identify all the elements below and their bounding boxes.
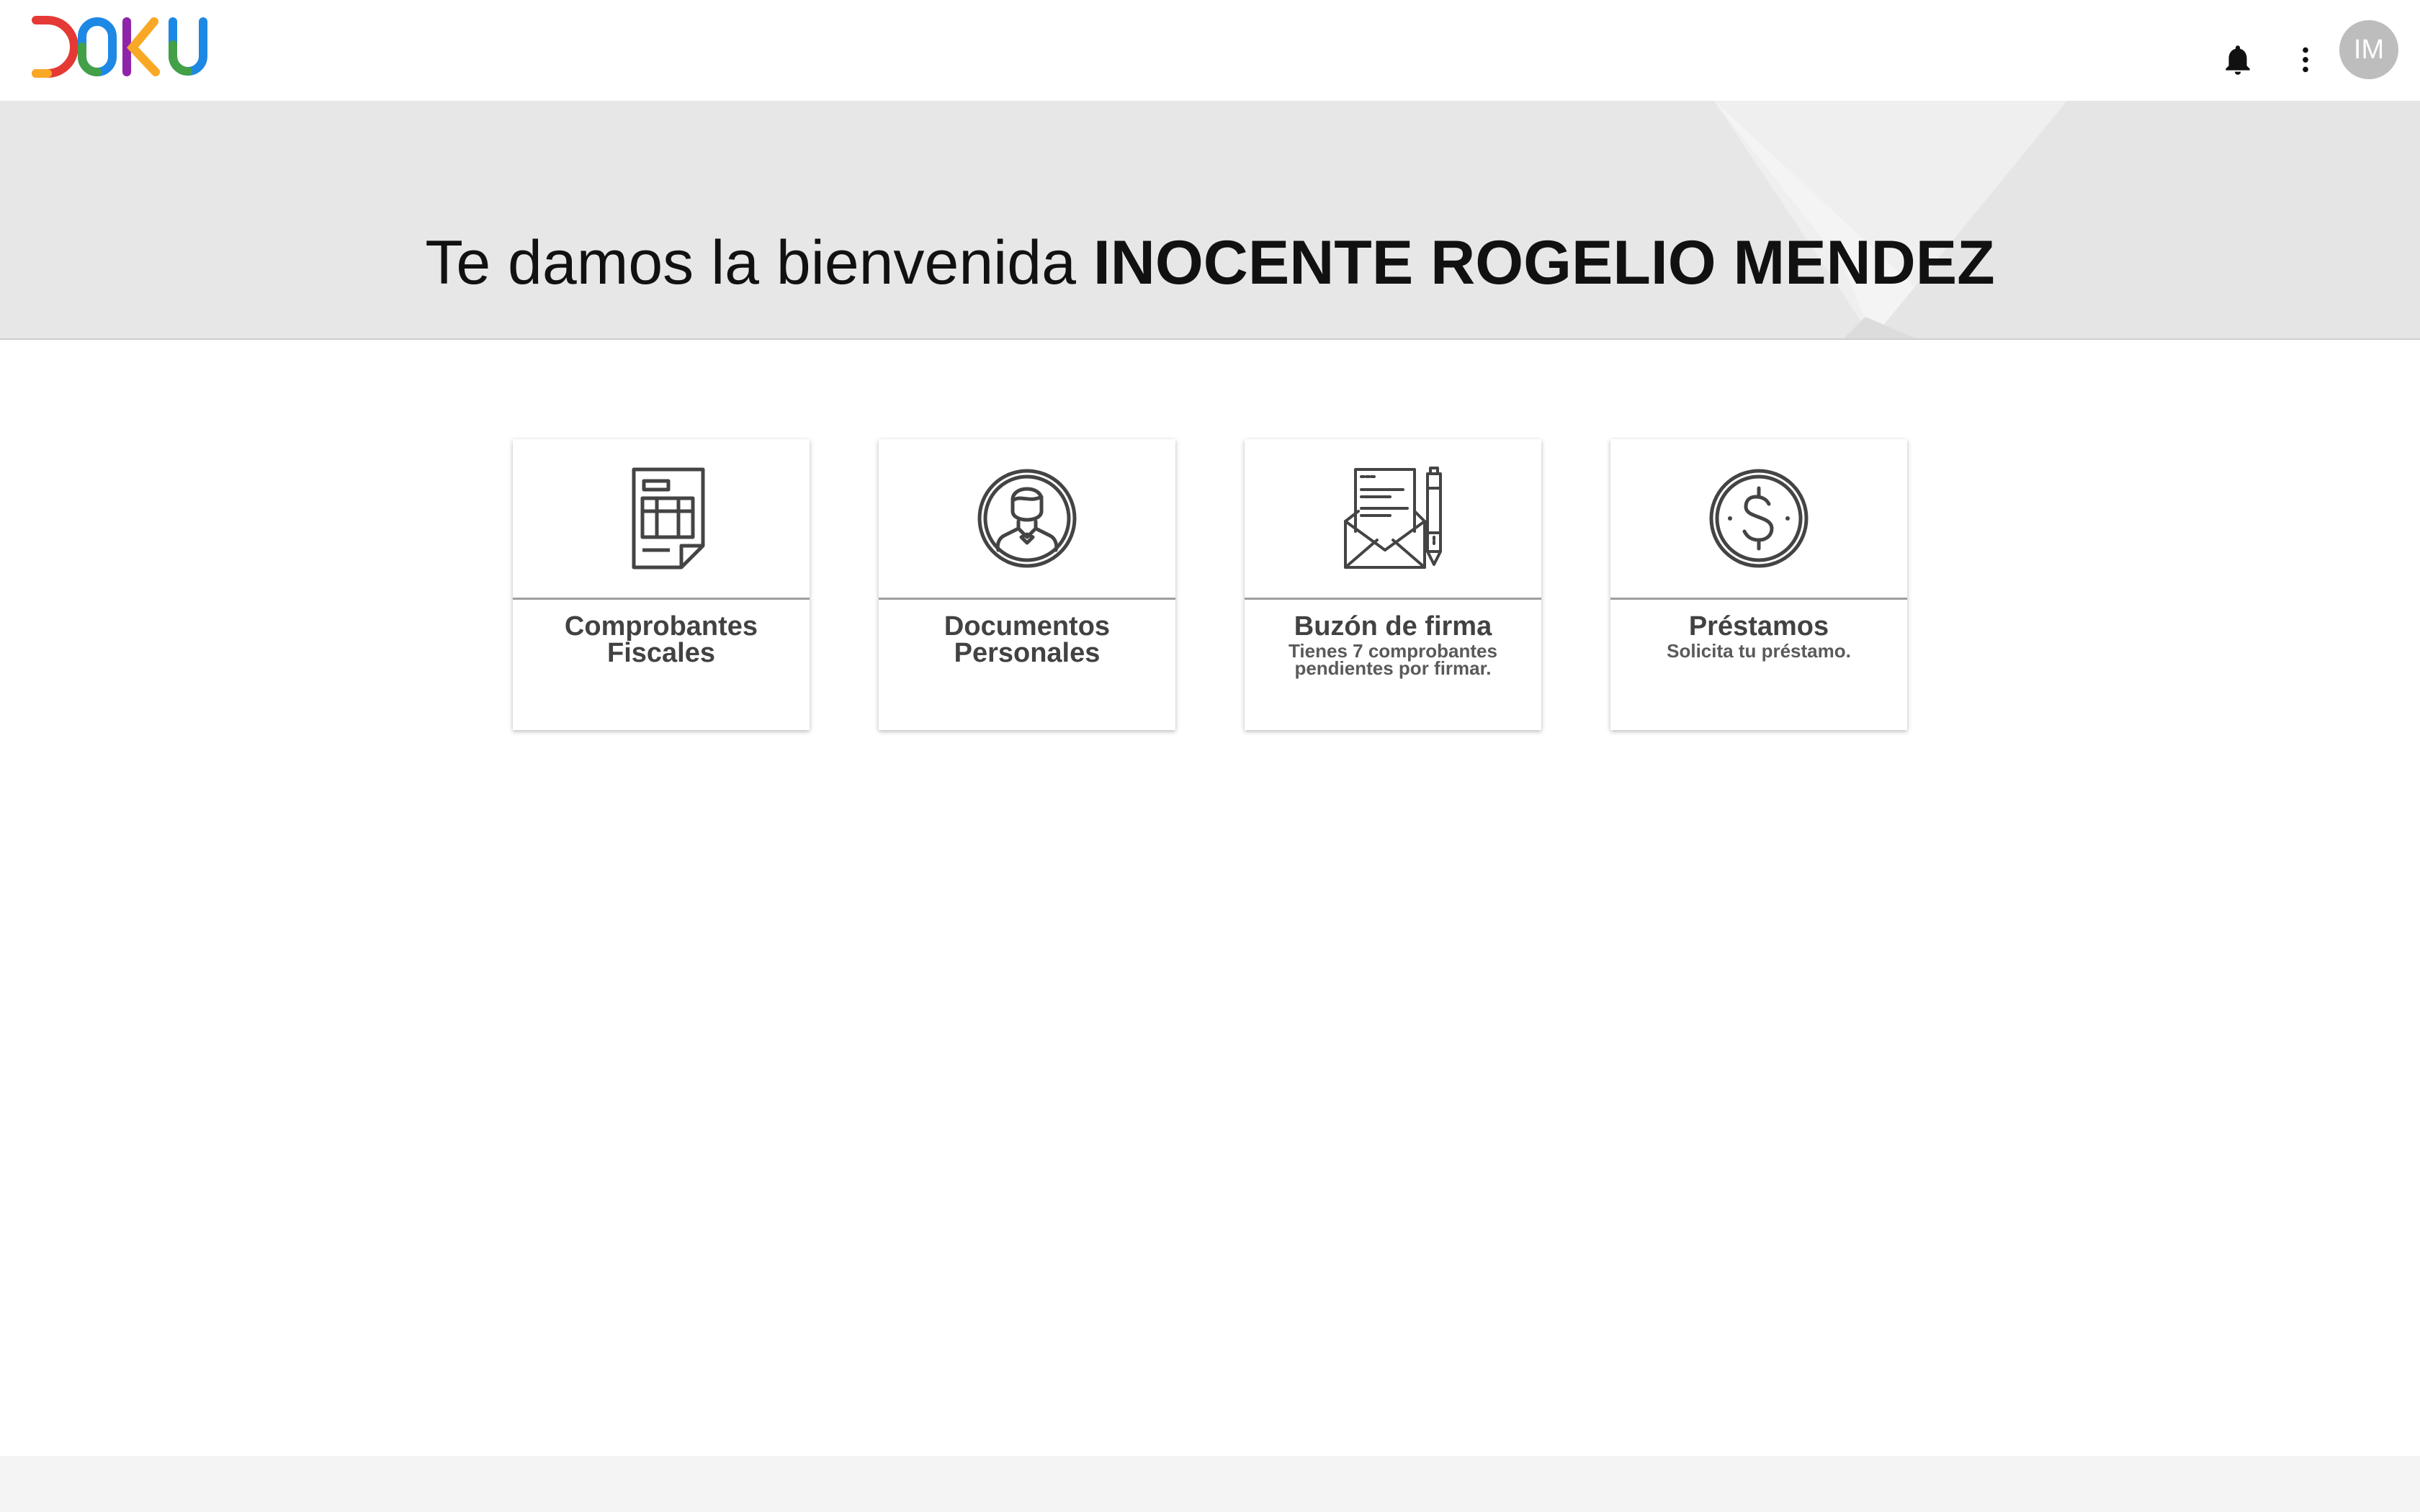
card-subtitle: Tienes 7 comprobantes pendientes por fir… bbox=[1289, 640, 1497, 679]
card-title: Documentos Personales bbox=[944, 611, 1111, 668]
card-title: Préstamos bbox=[1688, 611, 1829, 642]
card-icon-area bbox=[1610, 439, 1907, 600]
app-bar: IM bbox=[0, 0, 2420, 101]
card-subtitle: Solicita tu préstamo. bbox=[1667, 640, 1851, 662]
welcome-heading: Te damos la bienvenida INOCENTE ROGELIO … bbox=[0, 228, 2420, 299]
invoice-icon bbox=[632, 467, 705, 570]
footer-bar bbox=[0, 1456, 2420, 1512]
person-icon bbox=[977, 469, 1077, 568]
welcome-banner: Te damos la bienvenida INOCENTE ROGELIO … bbox=[0, 101, 2420, 340]
card-prestamos[interactable]: Préstamos Solicita tu préstamo. bbox=[1610, 439, 1907, 730]
bell-icon[interactable] bbox=[2220, 42, 2256, 78]
doku-logo[interactable] bbox=[32, 16, 212, 78]
card-buzon-de-firma[interactable]: Buzón de firma Tienes 7 comprobantes pen… bbox=[1245, 439, 1541, 730]
mail-sign-icon bbox=[1344, 467, 1442, 569]
avatar[interactable]: IM bbox=[2339, 20, 2398, 79]
more-vert-icon[interactable] bbox=[2289, 43, 2322, 76]
banner-decoration bbox=[1714, 101, 2420, 338]
card-icon-area bbox=[513, 439, 810, 600]
welcome-text: Te damos la bienvenida bbox=[425, 228, 1076, 297]
card-title: Comprobantes Fiscales bbox=[564, 611, 758, 668]
dollar-coin-icon bbox=[1709, 469, 1809, 568]
card-documentos-personales[interactable]: Documentos Personales bbox=[879, 439, 1175, 730]
card-title: Buzón de firma bbox=[1294, 611, 1492, 642]
card-icon-area bbox=[1245, 439, 1541, 600]
user-name: INOCENTE ROGELIO MENDEZ bbox=[1093, 228, 1995, 297]
card-icon-area bbox=[879, 439, 1175, 600]
card-comprobantes-fiscales[interactable]: Comprobantes Fiscales bbox=[513, 439, 810, 730]
